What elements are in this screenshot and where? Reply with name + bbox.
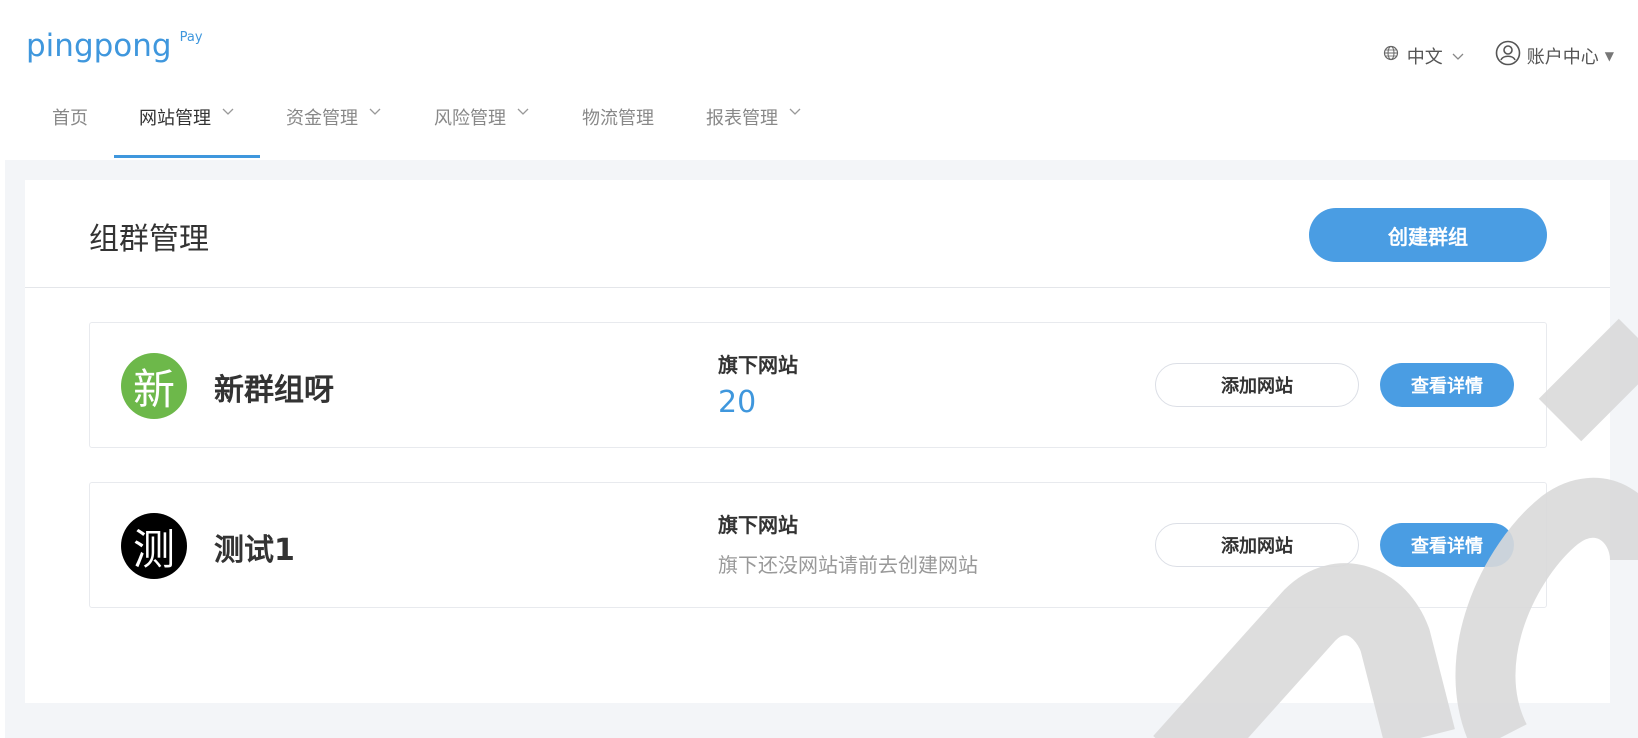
add-website-button[interactable]: 添加网站 <box>1155 523 1359 567</box>
group-row: 测 测试1 旗下网站 旗下还没网站请前去创建网站 添加网站 查看详情 <box>89 482 1547 608</box>
chevron-down-icon <box>516 104 530 120</box>
nav-label: 风险管理 <box>434 108 506 129</box>
nav-item-website-management[interactable]: 网站管理 <box>114 88 260 158</box>
group-avatar: 新 <box>121 353 187 419</box>
main-nav: 首页 网站管理 资金管理 风险管理 物流管理 报表管理 <box>0 88 802 158</box>
group-management-card: 组群管理 创建群组 新 新群组呀 旗下网站 20 添加网站 查看详情 测 测试1… <box>25 180 1610 703</box>
group-name: 新群组呀 <box>214 373 334 408</box>
nav-label: 报表管理 <box>706 108 778 129</box>
create-group-button[interactable]: 创建群组 <box>1309 208 1547 262</box>
nav-label: 物流管理 <box>582 108 654 129</box>
user-icon <box>1495 40 1521 71</box>
chevron-down-icon <box>221 104 235 120</box>
account-menu[interactable]: 账户中心 ▼ <box>1495 40 1614 71</box>
chevron-down-icon <box>368 104 382 120</box>
logo-text: pingpong <box>26 28 172 64</box>
page: pingpong Pay 中文 账户中心 ▼ 首页 网站管理 资金管理 风险管理… <box>0 0 1638 738</box>
sites-label: 旗下网站 <box>718 513 798 537</box>
logo[interactable]: pingpong Pay <box>26 26 203 66</box>
group-row: 新 新群组呀 旗下网站 20 添加网站 查看详情 <box>89 322 1547 448</box>
sites-label: 旗下网站 <box>718 353 798 377</box>
chevron-down-icon <box>788 104 802 120</box>
nav-item-logistics-management[interactable]: 物流管理 <box>582 88 654 158</box>
card-header: 组群管理 创建群组 <box>25 180 1610 288</box>
nav-item-risk-management[interactable]: 风险管理 <box>434 88 530 158</box>
chevron-down-icon <box>1451 45 1465 66</box>
add-website-button[interactable]: 添加网站 <box>1155 363 1359 407</box>
language-selector[interactable]: 中文 <box>1383 43 1465 69</box>
sites-empty-message: 旗下还没网站请前去创建网站 <box>718 553 978 577</box>
view-details-button[interactable]: 查看详情 <box>1380 363 1514 407</box>
nav-label: 资金管理 <box>286 108 358 129</box>
nav-item-report-management[interactable]: 报表管理 <box>706 88 802 158</box>
globe-icon <box>1383 45 1399 66</box>
nav-label: 网站管理 <box>139 108 211 129</box>
nav-label: 首页 <box>52 108 88 129</box>
logo-sub-text: Pay <box>179 30 203 45</box>
nav-item-fund-management[interactable]: 资金管理 <box>286 88 382 158</box>
page-title: 组群管理 <box>89 222 209 257</box>
account-label: 账户中心 <box>1526 46 1599 68</box>
nav-item-home[interactable]: 首页 <box>52 88 88 158</box>
view-details-button[interactable]: 查看详情 <box>1380 523 1514 567</box>
caret-down-icon: ▼ <box>1604 48 1614 63</box>
header-actions: 中文 账户中心 ▼ <box>1383 40 1614 71</box>
sites-count: 20 <box>718 385 757 420</box>
group-name: 测试1 <box>214 533 295 568</box>
group-avatar: 测 <box>121 513 187 579</box>
language-label: 中文 <box>1406 46 1443 68</box>
